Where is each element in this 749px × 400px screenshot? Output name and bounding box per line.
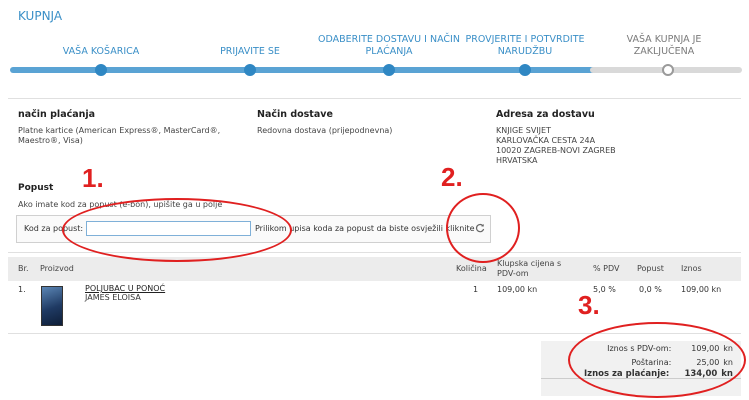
delivery-method-title: Način dostave [257, 109, 333, 120]
step-delivery-label: ODABERITE DOSTAVU I NAČIN PLAĆANJA [318, 34, 460, 57]
checkout-progress: VAŠA KOŠARICA PRIJAVITE SE ODABERITE DOS… [0, 0, 749, 90]
payment-method-title: način plaćanja [18, 109, 96, 120]
annotation-number-3: 3. [578, 290, 600, 320]
step-cart-dot[interactable] [95, 64, 107, 76]
step-delivery-dot [383, 64, 395, 76]
book-cover-image[interactable] [41, 286, 63, 326]
step-login-dot[interactable] [244, 64, 256, 76]
address-line: 10020 ZAGREB-NOVI ZAGREB [496, 146, 616, 155]
step-login-label[interactable]: PRIJAVITE SE [210, 46, 290, 58]
annotation-number-2: 2. [441, 162, 463, 192]
col-amount: Iznos [681, 264, 702, 273]
row-amount: 109,00 kn [681, 285, 722, 294]
col-quantity: Količina [456, 264, 487, 273]
table-header: Br. Proizvod Količina Klupska cijena s PD… [8, 257, 741, 281]
annotation-number-1: 1. [82, 163, 104, 193]
payment-method-line: Platne kartice (American Express®, Maste… [18, 126, 221, 135]
address-line: HRVATSKA [496, 156, 538, 165]
product-author: JAMES ELOISA [85, 293, 141, 302]
payment-method: način plaćanja Platne kartice (American … [18, 110, 248, 146]
annotation-ellipse-2 [446, 193, 520, 263]
annotation-ellipse-1 [62, 198, 292, 262]
col-product: Proizvod [40, 264, 74, 273]
col-discount: Popust [637, 264, 664, 273]
payment-method-line: Maestro®, Visa) [18, 136, 83, 145]
divider [8, 98, 741, 99]
delivery-address-title: Adresa za dostavu [496, 109, 595, 120]
col-price: Klupska cijena s PDV-om [497, 259, 562, 278]
discount-title: Popust [18, 183, 54, 193]
delivery-address: Adresa za dostavu KNJIGE SVIJET KARLOVAČ… [496, 110, 736, 166]
row-number: 1. [18, 285, 26, 294]
step-complete-dot [662, 64, 674, 76]
delivery-method: Način dostave Redovna dostava (prijepodn… [257, 110, 477, 136]
row-quantity: 1 [473, 285, 479, 294]
product-title-link[interactable]: POLJUBAC U PONOĆ [85, 284, 165, 293]
row-discount: 0,0 % [639, 285, 662, 294]
step-confirm-dot [519, 64, 531, 76]
step-complete-label: VAŠA KUPNJA JE ZAKLJUČENA [626, 34, 702, 57]
address-line: KNJIGE SVIJET [496, 126, 551, 135]
step-cart-label[interactable]: VAŠA KOŠARICA [60, 46, 142, 58]
col-number: Br. [18, 264, 29, 273]
delivery-method-line: Redovna dostava (prijepodnevna) [257, 126, 393, 135]
row-price: 109,00 kn [497, 285, 538, 294]
step-confirm-label: PROVJERITE I POTVRDITE NARUDŽBU [465, 34, 585, 57]
col-vat: % PDV [593, 264, 620, 273]
address-line: KARLOVAČKA CESTA 24A [496, 136, 596, 145]
annotation-ellipse-3 [568, 322, 746, 398]
